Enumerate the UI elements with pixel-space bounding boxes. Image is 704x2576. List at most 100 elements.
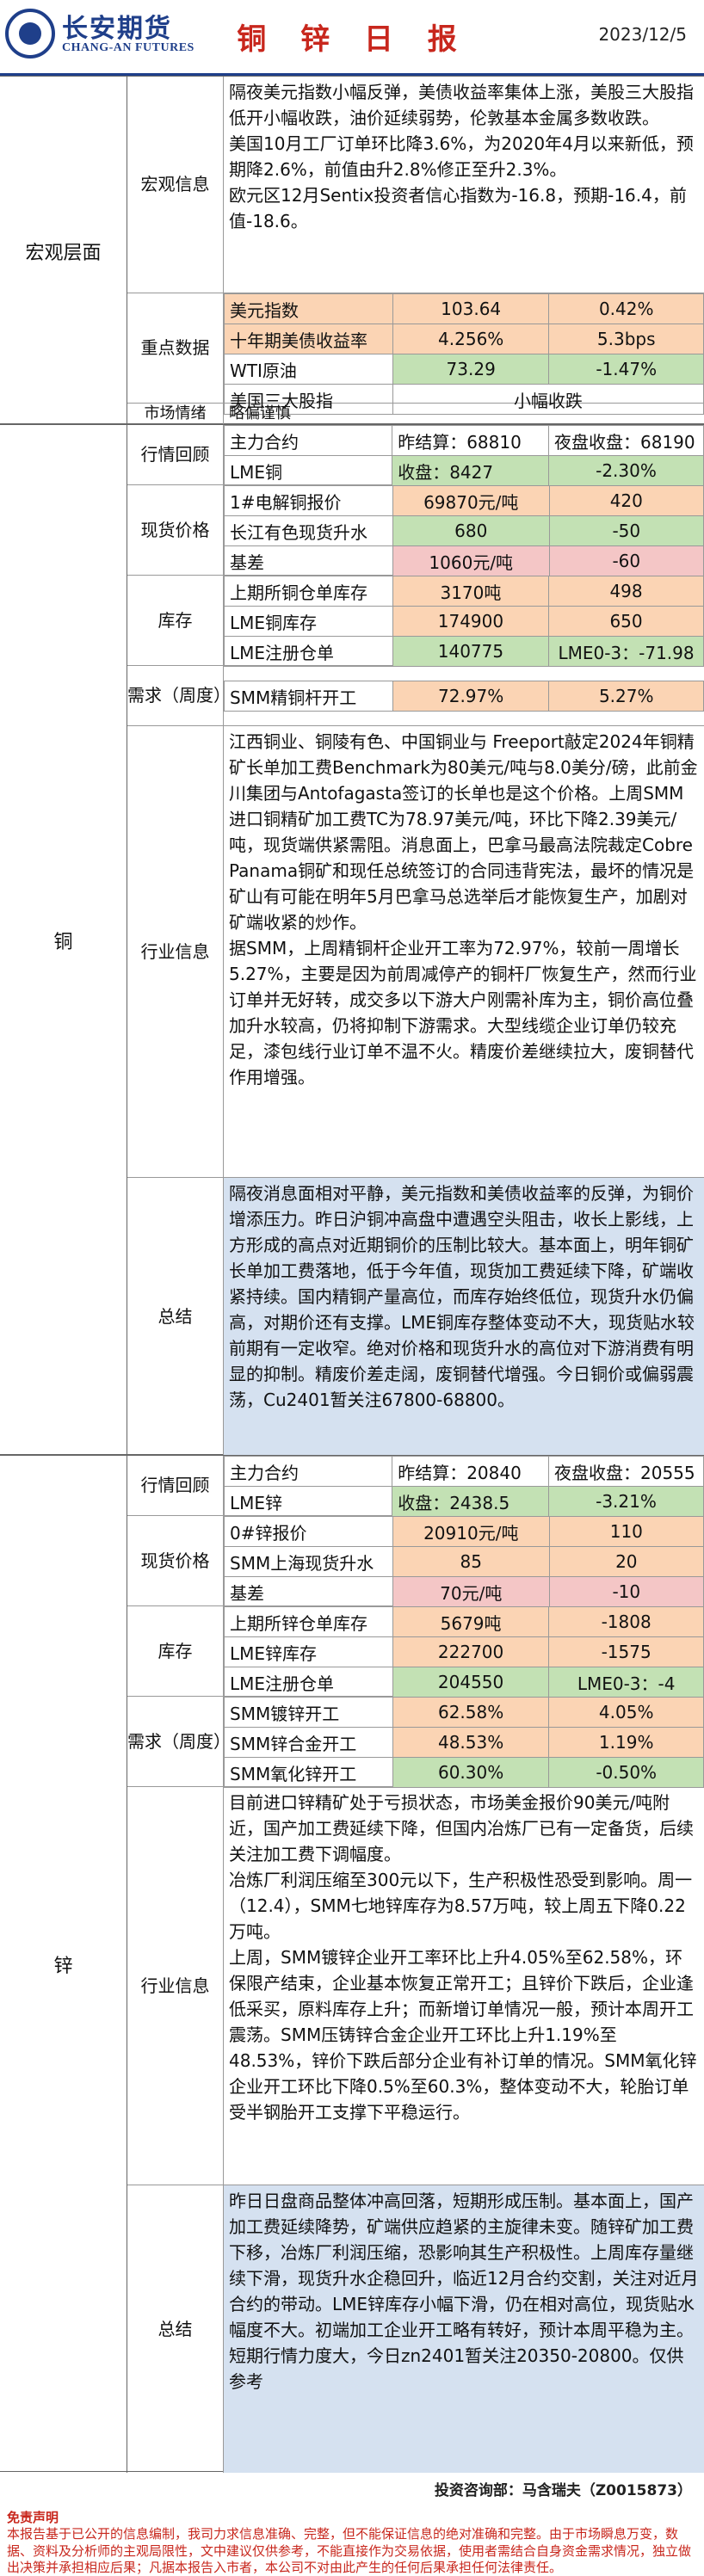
paragraph: 冶炼厂利润压缩至300元以下，生产积极性恐受到影响。周一（12.4），SMM七地… — [229, 1870, 693, 1942]
cell: 20910元/吨 — [392, 1516, 550, 1547]
cell: 夜盘收盘：68190 — [548, 425, 704, 456]
cell: 60.30% — [392, 1757, 550, 1788]
logo-en: CHANG-AN FUTURES — [62, 41, 195, 54]
cell: -1575 — [548, 1636, 704, 1667]
cell: LME铜 — [223, 455, 393, 486]
paragraph: 欧元区12月Sentix投资者信心指数为-16.8，预期-16.4，前值-18.… — [229, 185, 687, 231]
row-label: 行业信息 — [127, 1787, 224, 2185]
cell: 1.19% — [548, 1727, 704, 1758]
cell: LME锌 — [223, 1486, 393, 1517]
table-row: SMM上海现货升水 85 20 — [224, 1546, 704, 1577]
cell: 498 — [548, 576, 704, 607]
cell: 4.05% — [548, 1697, 704, 1728]
copper-stock-table: 上期所铜仓单库存 3170吨 498 LME铜库存 174900 650 LME… — [224, 576, 704, 667]
copper-demand-row: 需求（周度） SMM精铜杆开工 72.97% 5.27% — [127, 666, 704, 726]
paragraph: 上周，SMM镀锌企业开工率环比上升4.05%至62.58%，环保限产结束，企业基… — [229, 1947, 697, 2123]
cell: LME0-3：-4 — [548, 1667, 704, 1698]
cell: 0.42% — [548, 293, 704, 324]
cell: 收盘：2438.5 — [392, 1486, 549, 1517]
copper-quote-row: 行情回顾 主力合约 昨结算：68810 夜盘收盘：68190 LME铜 收盘：8… — [127, 425, 704, 486]
cell: -1.47% — [548, 354, 704, 385]
cell: 72.97% — [392, 681, 550, 712]
table-row: 主力合约 昨结算：20840 夜盘收盘：20555 — [223, 1456, 704, 1487]
cell: -2.30% — [548, 455, 704, 486]
copper-quote-table: 主力合约 昨结算：68810 夜盘收盘：68190 LME铜 收盘：8427 -… — [223, 425, 704, 486]
table-row: LME铜 收盘：8427 -2.30% — [223, 455, 704, 486]
section-label: 铜 — [0, 425, 127, 1456]
copper-demand-table: SMM精铜杆开工 72.97% 5.27% — [224, 681, 704, 712]
copper-summary-text: 隔夜消息面相对平静，美元指数和美债收益率的反弹，为铜价增添压力。昨日沪铜冲高盘中… — [224, 1178, 704, 1456]
cell: 基差 — [224, 1576, 393, 1607]
report-header: 长安期货 CHANG-AN FUTURES 铜 锌 日 报 2023/12/5 — [0, 0, 704, 76]
cell: 4.256% — [392, 324, 550, 354]
cell: 85 — [392, 1546, 550, 1577]
cell: 昨结算：68810 — [392, 425, 549, 456]
row-label: 重点数据 — [127, 293, 224, 403]
disclaimer-text: 本报告基于已公开的信息编制，我司力求信息准确、完整，但不能保证信息的绝对准确和完… — [7, 2526, 692, 2575]
paragraph: 目前进口锌精矿处于亏损状态，市场美金报价90美元/吨附近，国产加工费延续下降，但… — [229, 1792, 694, 1864]
table-row: 0#锌报价 20910元/吨 110 — [224, 1516, 704, 1547]
cell: 110 — [548, 1516, 704, 1547]
table-row: 十年期美债收益率 4.256% 5.3bps — [224, 324, 704, 354]
row-label: 市场情绪 — [127, 404, 224, 425]
table-row: 基差 1060元/吨 -60 — [224, 545, 704, 576]
macro-info-text: 隔夜美元指数小幅反弹，美债收益率集体上涨，美股三大股指低开小幅收跌，油价延续弱势… — [224, 77, 704, 293]
row-label: 需求（周度） — [127, 666, 231, 725]
row-label: 行情回顾 — [127, 1456, 224, 1515]
analyst-credit: 投资咨询部：马含瑞夫（Z0015873） — [434, 2482, 692, 2499]
cell: 174900 — [392, 606, 550, 637]
key-data-table: 美元指数 103.64 0.42% 十年期美债收益率 4.256% 5.3bps… — [224, 293, 704, 415]
copper-industry-row: 行业信息 江西铜业、铜陵有色、中国铜业与 Freeport敲定2024年铜精矿长… — [127, 726, 704, 1178]
cell: LME注册仓单 — [224, 1667, 393, 1698]
cell: -1808 — [548, 1606, 704, 1637]
cell: SMM精铜杆开工 — [224, 681, 393, 712]
cell: 70元/吨 — [392, 1576, 550, 1607]
zinc-spot-row: 现货价格 0#锌报价 20910元/吨 110 SMM上海现货升水 85 20 … — [127, 1516, 704, 1607]
row-label: 总结 — [127, 1178, 224, 1456]
copper-stock-row: 库存 上期所铜仓单库存 3170吨 498 LME铜库存 174900 650 … — [127, 576, 704, 667]
cell: LME注册仓单 — [224, 636, 393, 667]
table-row: LME注册仓单 204550 LME0-3：-4 — [224, 1667, 704, 1698]
cell: 222700 — [392, 1636, 550, 1667]
zinc-industry-text: 目前进口锌精矿处于亏损状态，市场美金报价90美元/吨附近，国产加工费延续下降，但… — [224, 1787, 704, 2185]
sentiment-value: 略偏谨慎 — [229, 404, 291, 422]
table-row: 上期所锌仓单库存 5679吨 -1808 — [224, 1606, 704, 1637]
zinc-stock-row: 库存 上期所锌仓单库存 5679吨 -1808 LME锌库存 222700 -1… — [127, 1606, 704, 1698]
zinc-quote-table: 主力合约 昨结算：20840 夜盘收盘：20555 LME锌 收盘：2438.5… — [223, 1456, 704, 1517]
cell: -50 — [548, 515, 704, 546]
zinc-summary-row: 总结 昨日日盘商品整体冲高回落，短期形成压制。基本面上，国产加工费延续降势，矿端… — [127, 2185, 704, 2473]
zinc-demand-row: 需求（周度） SMM镀锌开工 62.58% 4.05% SMM锌合金开工 48.… — [127, 1697, 704, 1788]
cell: 昨结算：20840 — [392, 1456, 549, 1487]
zinc-spot-table: 0#锌报价 20910元/吨 110 SMM上海现货升水 85 20 基差 70… — [224, 1516, 704, 1607]
zinc-section: 锌 行情回顾 主力合约 昨结算：20840 夜盘收盘：20555 LME锌 收盘… — [0, 1455, 704, 2473]
paragraph: 江西铜业、铜陵有色、中国铜业与 Freeport敲定2024年铜精矿长单加工费B… — [229, 731, 698, 933]
table-row: 主力合约 昨结算：68810 夜盘收盘：68190 — [223, 425, 704, 456]
table-row: WTI原油 73.29 -1.47% — [224, 354, 704, 385]
cell: 62.58% — [392, 1697, 550, 1728]
zinc-industry-row: 行业信息 目前进口锌精矿处于亏损状态，市场美金报价90美元/吨附近，国产加工费延… — [127, 1787, 704, 2185]
cell: 美元指数 — [224, 293, 393, 324]
row-label: 宏观信息 — [127, 77, 224, 293]
cell: 长江有色现货升水 — [224, 515, 393, 546]
cell: -0.50% — [548, 1757, 704, 1788]
cell: WTI原油 — [224, 354, 393, 385]
cell: 103.64 — [392, 293, 550, 324]
logo-emblem-icon — [5, 9, 55, 59]
table-row: 1#电解铜报价 69870元/吨 420 — [224, 485, 704, 516]
cell: 420 — [548, 485, 704, 516]
table-row: LME铜库存 174900 650 — [224, 606, 704, 637]
cell: 上期所锌仓单库存 — [224, 1606, 393, 1637]
cell: 69870元/吨 — [392, 485, 550, 516]
cell: 5679吨 — [392, 1606, 550, 1637]
key-data-row: 重点数据 美元指数 103.64 0.42% 十年期美债收益率 4.256% 5… — [127, 293, 704, 415]
cell: 主力合约 — [223, 1456, 393, 1487]
cell: SMM上海现货升水 — [224, 1546, 393, 1577]
zinc-demand-table: SMM镀锌开工 62.58% 4.05% SMM锌合金开工 48.53% 1.1… — [224, 1697, 704, 1788]
row-label: 现货价格 — [127, 485, 224, 575]
cell: SMM镀锌开工 — [224, 1697, 393, 1728]
table-row: LME锌库存 222700 -1575 — [224, 1636, 704, 1667]
table-row: SMM锌合金开工 48.53% 1.19% — [224, 1727, 704, 1758]
table-row: LME锌 收盘：2438.5 -3.21% — [223, 1486, 704, 1517]
cell: 上期所铜仓单库存 — [224, 576, 393, 607]
cell: LME锌库存 — [224, 1636, 393, 1667]
